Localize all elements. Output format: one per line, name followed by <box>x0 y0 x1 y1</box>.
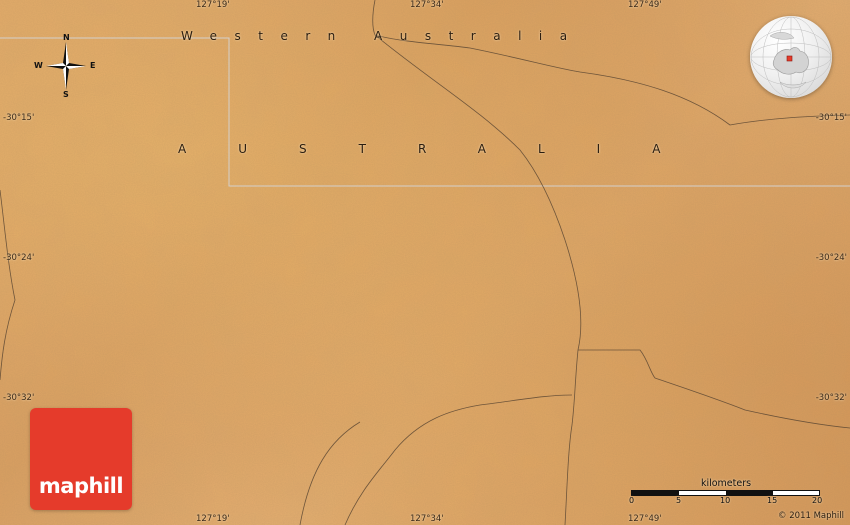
scale-title: kilometers <box>700 478 752 489</box>
longitude-label-bottom-2: 127°34' <box>410 514 444 524</box>
latitude-label-right-2: -30°24' <box>815 253 847 263</box>
locator-globe <box>750 16 832 98</box>
longitude-label-top-2: 127°34' <box>410 0 444 10</box>
state-label: Western Australia <box>181 29 585 43</box>
longitude-label-bottom-3: 127°49' <box>628 514 662 524</box>
locator-landmass-south <box>779 81 807 89</box>
compass-north: N <box>63 33 70 42</box>
compass-star-icon <box>46 42 86 90</box>
latitude-label-left-3: -30°32' <box>3 393 35 403</box>
logo-text: maphill <box>38 474 124 498</box>
latitude-label-left-2: -30°24' <box>3 253 35 263</box>
longitude-label-top-1: 127°19' <box>196 0 230 10</box>
compass-west: W <box>34 61 43 70</box>
longitude-label-bottom-1: 127°19' <box>196 514 230 524</box>
compass-east: E <box>90 61 96 70</box>
globe-icon <box>750 16 832 98</box>
country-label: AUSTRALIA <box>178 142 713 156</box>
scale-tick-10: 10 <box>720 496 731 505</box>
copyright-text: © 2011 Maphill <box>778 511 844 521</box>
latitude-label-right-3: -30°32' <box>815 393 847 403</box>
compass-rose: N S W E <box>34 33 98 99</box>
scale-tick-20: 20 <box>812 496 823 505</box>
latitude-label-right-1: -30°15' <box>815 113 847 123</box>
scale-bar: kilometers 0 5 10 15 20 <box>626 478 826 508</box>
latitude-label-left-1: -30°15' <box>3 113 35 123</box>
scale-tick-15: 15 <box>767 496 778 505</box>
locator-landmass-north <box>769 32 795 40</box>
compass-south: S <box>63 90 69 99</box>
scale-tick-0: 0 <box>629 496 635 505</box>
scale-tick-5: 5 <box>676 496 682 505</box>
satellite-map[interactable]: 127°19' 127°34' 127°49' 127°19' 127°34' … <box>0 0 850 525</box>
maphill-logo[interactable]: maphill <box>30 408 132 510</box>
locator-marker <box>786 55 793 62</box>
longitude-label-top-3: 127°49' <box>628 0 662 10</box>
